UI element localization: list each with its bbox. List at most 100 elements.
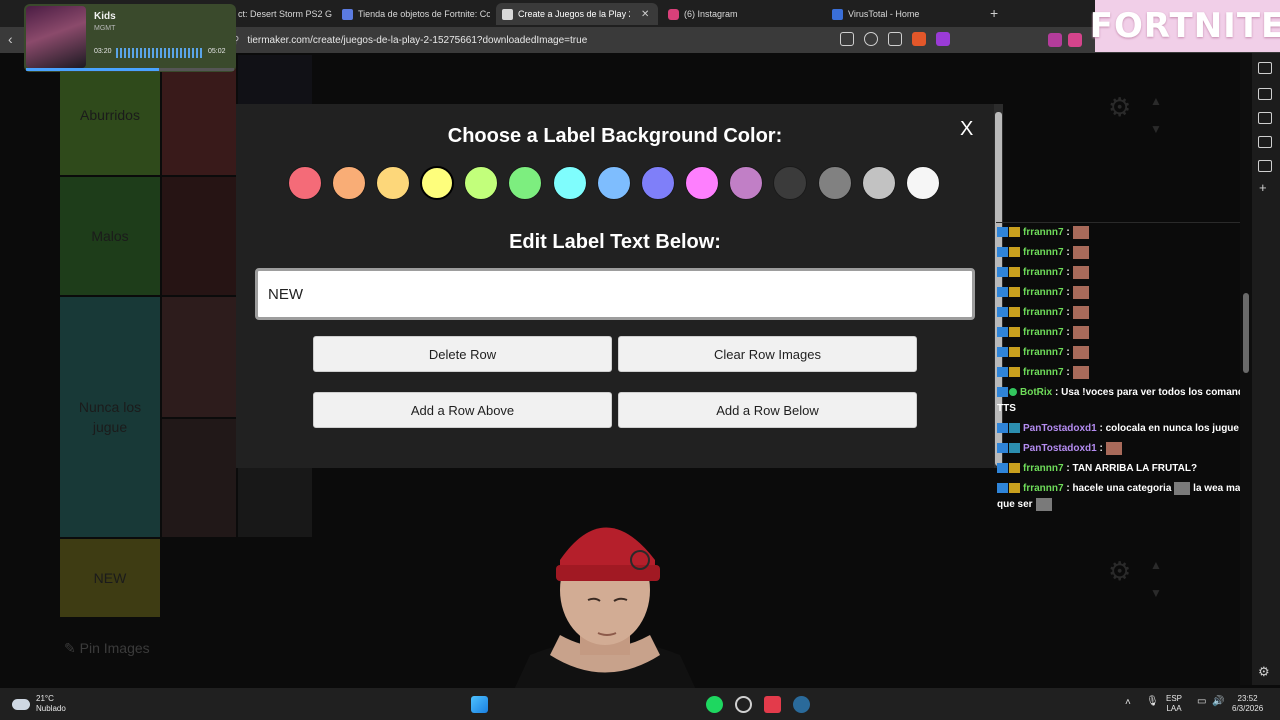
badge-icon [997,423,1008,434]
chat-username: frrannn7 [1023,227,1064,238]
emote-icon [1072,265,1089,279]
tray-chevron-icon[interactable]: ˄ [1125,698,1131,708]
badge-icon [997,307,1008,318]
color-swatch[interactable] [773,166,807,200]
windows-start-icon[interactable] [471,696,488,713]
spotify-icon[interactable] [706,696,723,713]
zoom-icon[interactable] [864,32,878,46]
pin-images-label[interactable]: ✎ Pin Images [64,640,150,657]
tier-image[interactable] [162,419,236,537]
bookmarks-icon[interactable] [1258,136,1272,148]
clock[interactable]: 23:52 6/3/2026 [1232,694,1263,714]
brave-shield-icon[interactable] [912,32,926,46]
add-row-below-button[interactable]: Add a Row Below [618,392,917,428]
page-scrollbar[interactable] [1240,53,1252,685]
rewards-icon[interactable] [936,32,950,46]
color-swatch[interactable] [464,166,498,200]
volume-icon[interactable]: 🔊 [1212,697,1224,707]
color-swatch[interactable] [597,166,631,200]
color-swatch[interactable] [508,166,542,200]
music-widget[interactable]: Kids MGMT 03:20 05:02 [24,4,236,72]
toolbar-icons [840,32,950,46]
color-swatch[interactable] [376,166,410,200]
add-row-above-button[interactable]: Add a Row Above [313,392,612,428]
color-swatch[interactable] [818,166,852,200]
time: 23:52 [1237,694,1258,703]
badge-icon [1009,227,1020,238]
video-icon[interactable] [1258,88,1272,100]
share-icon[interactable] [888,32,902,46]
extension-icon[interactable] [1068,33,1082,47]
color-swatch[interactable] [906,166,940,200]
tab-virustotal[interactable]: VirusTotal - Home [826,3,986,25]
virustotal-icon [832,8,843,20]
clear-row-images-button[interactable]: Clear Row Images [618,336,917,372]
valorant-icon[interactable] [764,696,781,713]
scrollbar-thumb[interactable] [1243,293,1249,373]
close-tab-icon[interactable]: ✕ [641,9,649,20]
chat-text: : [1066,267,1070,278]
back-arrow-icon[interactable]: ‹ [8,31,13,47]
new-tab-button[interactable]: + [990,5,998,21]
gear-icon[interactable]: ⚙ [1108,92,1131,123]
tab-label: (6) Instagram [684,9,738,19]
tab-tiermaker[interactable]: Create a Juegos de la Play 2 Tier ✕ [496,3,658,25]
cloud-icon [12,698,30,710]
color-swatch[interactable] [288,166,322,200]
chat-message: frrannn7 : [997,243,1280,263]
color-swatch[interactable] [420,166,454,200]
reading-list-icon[interactable] [1258,160,1272,172]
extension-icon[interactable] [1048,33,1062,47]
badge-icon [997,443,1008,454]
tier-image[interactable] [162,177,236,295]
tab-fortnite-shop[interactable]: Tienda de objetos de Fortnite: Conte [336,3,490,25]
tier-label-nunca[interactable]: Nunca los jugue [60,297,160,537]
tier-label-new[interactable]: NEW [60,539,160,617]
color-swatch[interactable] [641,166,675,200]
pin-images-text: Pin Images [79,640,150,656]
keyboard-layout: LAA [1166,704,1182,713]
language-code: ESP [1166,694,1183,703]
chat-text: : [1066,287,1070,298]
color-swatch[interactable] [332,166,366,200]
chevron-down-icon[interactable]: ▼ [1150,122,1162,136]
gear-icon[interactable]: ⚙ [1108,556,1131,587]
network-icon[interactable]: ▭ [1197,697,1206,707]
badge-icon [997,347,1008,358]
tier-label-malos[interactable]: Malos [60,177,160,295]
tab-label: ct: Desert Storm PS2 Ga [238,9,332,19]
tier-image[interactable] [162,297,236,417]
wallet-icon[interactable] [1258,112,1272,124]
chat-message: frrannn7 : [997,303,1280,323]
delete-row-button[interactable]: Delete Row [313,336,612,372]
translate-icon[interactable] [840,32,854,46]
badge-icon [997,267,1008,278]
color-swatch[interactable] [729,166,763,200]
progress-bar[interactable] [26,68,234,71]
steam-icon[interactable] [793,696,810,713]
weather-widget[interactable]: 21°C Nublado [12,694,66,714]
label-text-input[interactable] [255,268,975,320]
chevron-down-icon[interactable]: ▼ [1150,586,1162,600]
tab-instagram[interactable]: (6) Instagram [662,3,822,25]
chevron-up-icon[interactable]: ▲ [1150,94,1162,108]
color-swatch[interactable] [862,166,896,200]
chevron-up-icon[interactable]: ▲ [1150,558,1162,572]
language-indicator[interactable]: ESP LAA [1166,694,1182,714]
badge-icon [997,227,1008,238]
progress-fill [26,68,160,71]
microphone-icon[interactable]: 🎙 [1146,697,1159,707]
recording-icon[interactable] [735,696,752,713]
color-swatch[interactable] [553,166,587,200]
color-swatch[interactable] [685,166,719,200]
tier-image[interactable] [162,55,236,175]
pin-icon[interactable] [1258,62,1272,74]
tier-label-aburridos[interactable]: Aburridos [60,55,160,175]
song-title: Kids [94,11,116,22]
emote-icon [1072,365,1089,379]
chat-text: : [1099,443,1103,454]
tab-desert-storm[interactable]: ct: Desert Storm PS2 Ga [232,3,332,25]
add-icon[interactable]: + [1259,180,1267,195]
chat-username: frrannn7 [1023,287,1064,298]
settings-icon[interactable]: ⚙ [1258,664,1270,680]
